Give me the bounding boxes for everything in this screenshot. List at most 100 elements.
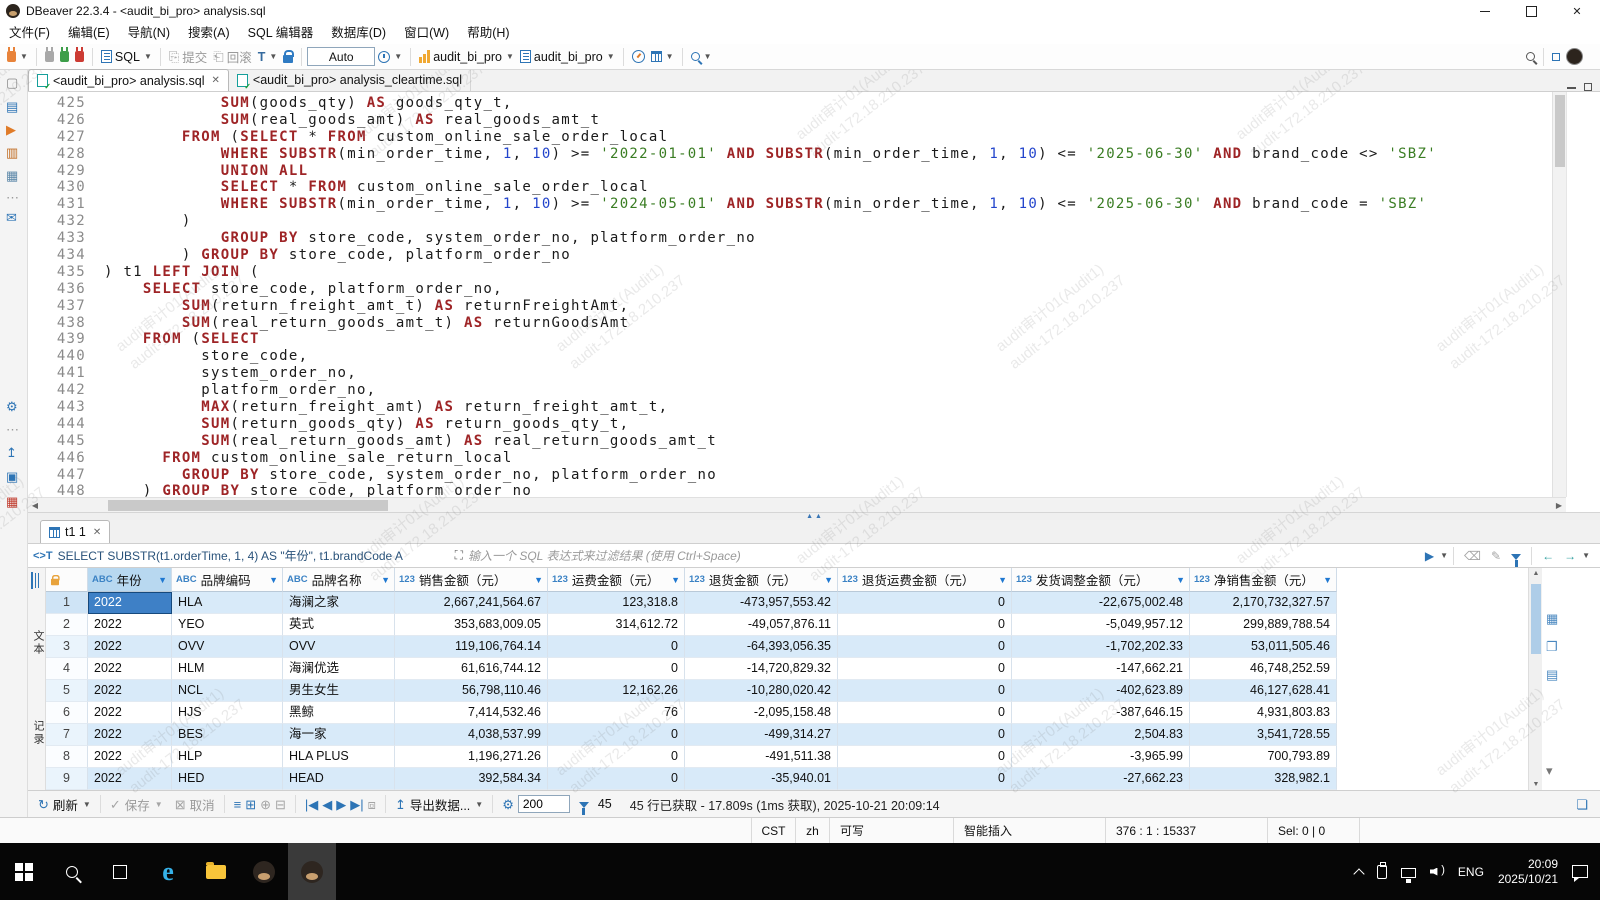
scroll-left-icon[interactable]: ◀ — [28, 501, 42, 510]
rollback-button[interactable]: ⎗ 回滚 — [210, 45, 254, 69]
taskbar-dbeaver-active-button[interactable] — [288, 843, 336, 900]
cell[interactable]: 海澜优选 — [283, 658, 395, 680]
scrollbar-thumb[interactable] — [108, 500, 388, 511]
column-header-3[interactable]: ABC 品牌名称 ▼ — [283, 568, 395, 592]
scroll-up-icon[interactable]: ▲ — [1529, 570, 1543, 577]
menu-item-7[interactable]: 帮助(H) — [458, 22, 518, 44]
cell[interactable]: 2,170,732,327.57 — [1190, 592, 1337, 614]
filter-arrow-icon[interactable]: ▼ — [1176, 575, 1185, 585]
row-number[interactable]: 5 — [46, 680, 88, 702]
result-grid[interactable]: ABC 年份 ▼ ABC 品牌编码 ▼ ABC 品牌名称 ▼ 123 销售金额（元） ▼ 123 运费金额… — [46, 568, 1528, 790]
cell[interactable]: -1,702,202.33 — [1012, 636, 1190, 658]
history-forward-icon[interactable]: → — [1564, 549, 1576, 563]
cell[interactable]: -14,720,829.32 — [685, 658, 838, 680]
row-number[interactable]: 4 — [46, 658, 88, 680]
cell[interactable]: 英式 — [283, 614, 395, 636]
scrollbar-thumb[interactable] — [1555, 95, 1565, 167]
duplicate-row-icon[interactable]: ⊕ — [260, 798, 271, 811]
cell[interactable]: 0 — [548, 746, 685, 768]
scroll-down-icon[interactable]: ▼ — [1529, 781, 1543, 788]
run-script-icon[interactable]: ▶ — [6, 123, 16, 136]
refresh-icon[interactable]: ↻ — [38, 798, 49, 811]
taskbar-search-button[interactable] — [48, 843, 96, 900]
cell[interactable]: 46,748,252.59 — [1190, 658, 1337, 680]
cell[interactable]: HLM — [172, 658, 283, 680]
cell[interactable]: 2022 — [88, 592, 172, 614]
cell[interactable]: 4,931,803.83 — [1190, 702, 1337, 724]
cancel-label[interactable]: 取消 — [190, 795, 215, 814]
cell[interactable]: 2,667,241,564.67 — [395, 592, 548, 614]
clear-filter-icon[interactable]: ⌫ — [1464, 549, 1481, 563]
network-profile-button[interactable]: ▼ — [648, 45, 677, 69]
cell[interactable]: -64,393,056.35 — [685, 636, 838, 658]
open-perspective-button[interactable] — [1549, 45, 1563, 69]
menu-item-4[interactable]: SQL 编辑器 — [239, 22, 323, 44]
cell[interactable]: YEO — [172, 614, 283, 636]
cell[interactable]: 2022 — [88, 636, 172, 658]
cell[interactable]: 2022 — [88, 702, 172, 724]
cell[interactable]: 0 — [838, 768, 1012, 790]
row-number[interactable]: 2 — [46, 614, 88, 636]
calc-panel-icon[interactable]: ▤ — [1546, 668, 1558, 681]
cell[interactable]: 0 — [838, 614, 1012, 636]
cell[interactable]: 119,106,764.14 — [395, 636, 548, 658]
filter-arrow-icon[interactable]: ▼ — [998, 575, 1007, 585]
filter-arrow-icon[interactable]: ▼ — [534, 575, 543, 585]
cell[interactable]: 3,541,728.55 — [1190, 724, 1337, 746]
cell[interactable]: HED — [172, 768, 283, 790]
cell[interactable]: -35,940.01 — [685, 768, 838, 790]
comment-panel-icon[interactable]: ❐ — [1546, 640, 1558, 653]
cell[interactable]: 353,683,009.05 — [395, 614, 548, 636]
export-result-icon[interactable]: ↥ — [6, 446, 17, 459]
cell[interactable]: 53,011,505.46 — [1190, 636, 1337, 658]
filter-input[interactable]: 输入一个 SQL 表达式来过滤结果 (使用 Ctrl+Space) — [468, 547, 741, 564]
schema-selector[interactable]: audit_bi_pro ▼ — [517, 45, 618, 69]
sql-editor[interactable]: 425 426 427 428 429 430 431 432 433 434 435 436 437 4… — [28, 92, 1552, 497]
grid-view-icon[interactable]: ▦ — [6, 169, 18, 182]
save-label[interactable]: 保存 — [125, 795, 150, 814]
table-alert-icon[interactable]: ▦ — [6, 495, 18, 508]
column-header-6[interactable]: 123 退货金额（元） ▼ — [685, 568, 838, 592]
add-row-icon[interactable]: ⊞ — [245, 798, 256, 811]
first-page-icon[interactable]: |◀ — [305, 798, 318, 811]
tray-expand-icon[interactable] — [1353, 867, 1365, 880]
connection-selector[interactable]: audit_bi_pro ▼ — [416, 45, 517, 69]
row-number[interactable]: 9 — [46, 768, 88, 790]
row-number[interactable]: 1 — [46, 592, 88, 614]
input-language[interactable]: ENG — [1458, 865, 1484, 879]
cell[interactable]: 46,127,628.41 — [1190, 680, 1337, 702]
cell[interactable]: 0 — [838, 702, 1012, 724]
cell[interactable]: -49,057,876.11 — [685, 614, 838, 636]
tab-analysis-sql[interactable]: <audit_bi_pro> analysis.sql ✕ — [28, 69, 229, 91]
maximize-button[interactable] — [1508, 0, 1554, 22]
row-number[interactable]: 8 — [46, 746, 88, 768]
cell[interactable]: 0 — [838, 658, 1012, 680]
cell[interactable]: 2022 — [88, 680, 172, 702]
action-center-icon[interactable] — [1572, 865, 1588, 882]
cell[interactable]: -147,662.21 — [1012, 658, 1190, 680]
cell[interactable]: 7,414,532.46 — [395, 702, 548, 724]
cell[interactable]: OVV — [283, 636, 395, 658]
connection-lock-button[interactable] — [280, 45, 296, 69]
reconnect-button[interactable] — [57, 45, 72, 69]
minimize-editor-icon[interactable] — [1567, 87, 1576, 89]
commit-button[interactable]: ⎘ 提交 — [166, 45, 210, 69]
tab-analysis-cleartime-sql[interactable]: <audit_bi_pro> analysis_cleartime.sql — [229, 69, 472, 91]
cell[interactable]: -10,280,020.42 — [685, 680, 838, 702]
cell[interactable]: 0 — [548, 658, 685, 680]
cell[interactable]: 0 — [838, 724, 1012, 746]
panel-grid-icon[interactable]: ▦ — [1546, 612, 1558, 625]
cell[interactable]: 0 — [548, 636, 685, 658]
cell[interactable]: BES — [172, 724, 283, 746]
cell[interactable]: 2022 — [88, 614, 172, 636]
cell[interactable]: -3,965.99 — [1012, 746, 1190, 768]
cell[interactable]: -499,314.27 — [685, 724, 838, 746]
edit-cell-icon[interactable]: ≡ — [234, 798, 242, 811]
taskbar-edge-button[interactable]: e — [144, 843, 192, 900]
task-view-button[interactable] — [96, 843, 144, 900]
database-icon[interactable]: ▥ — [6, 146, 18, 159]
cell[interactable]: 61,616,744.12 — [395, 658, 548, 680]
settings-gear-icon[interactable]: ⚙ — [6, 400, 18, 413]
cell[interactable]: -473,957,553.42 — [685, 592, 838, 614]
cell[interactable]: HLP — [172, 746, 283, 768]
